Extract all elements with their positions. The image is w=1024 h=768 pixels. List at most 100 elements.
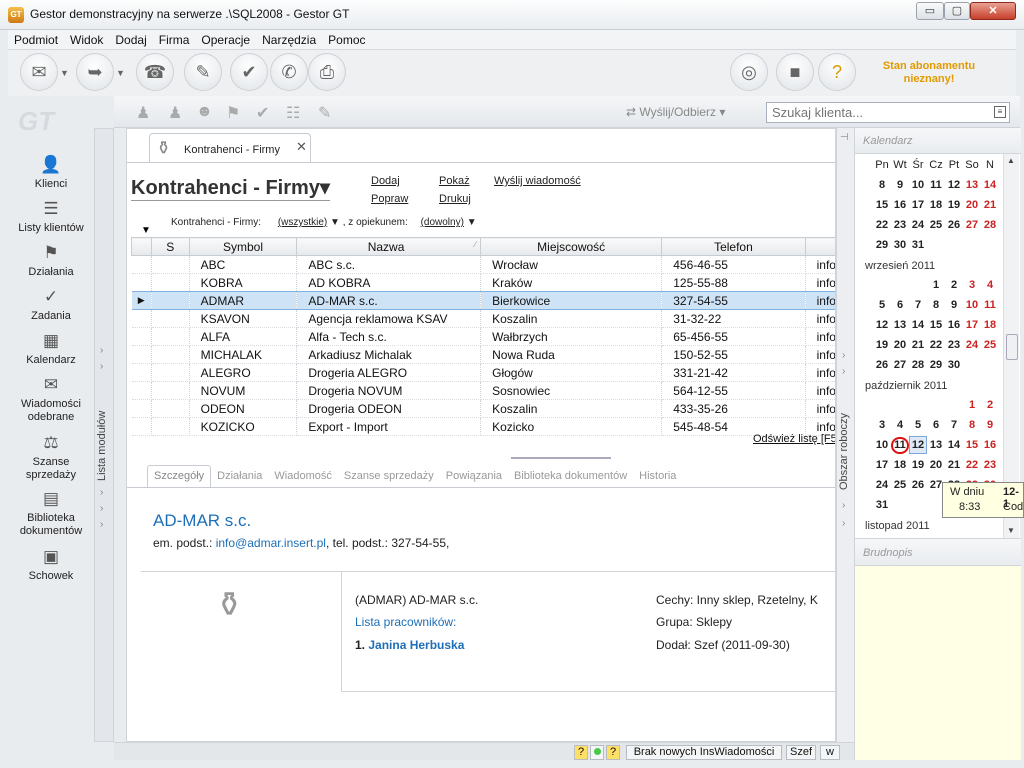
calendar-day[interactable]: 21 <box>909 339 927 351</box>
search-options-icon[interactable]: ≡ <box>994 106 1006 118</box>
calendar-day[interactable]: 15 <box>963 439 981 451</box>
calendar-day[interactable]: 14 <box>981 179 999 191</box>
tab-szanse[interactable]: Szanse sprzedaży <box>338 466 440 488</box>
table-row[interactable]: ALFA Alfa - Tech s.c. Wałbrzych 65-456-55 in… <box>131 327 835 346</box>
calendar-day[interactable]: 7 <box>909 299 927 311</box>
subscription-status[interactable]: Stan abonamentu nieznany! <box>870 60 988 86</box>
calendar-day[interactable]: 11 <box>927 179 945 191</box>
calendar-day[interactable]: 9 <box>891 179 909 191</box>
calendar-day[interactable]: 29 <box>873 239 891 251</box>
calendar-day[interactable]: 15 <box>927 319 945 331</box>
mail-icon[interactable]: ✉ <box>20 53 58 91</box>
calendar-day[interactable]: 16 <box>981 439 999 451</box>
menu-operacje[interactable]: Operacje <box>195 30 256 47</box>
col-indicator[interactable] <box>131 237 152 256</box>
calendar-day[interactable]: 20 <box>963 199 981 211</box>
calendar-day[interactable]: 15 <box>873 199 891 211</box>
module-biblioteka[interactable]: ▤ Biblioteka dokumentów <box>8 488 94 538</box>
calendar-day[interactable]: 31 <box>909 239 927 251</box>
calendar-day[interactable]: 13 <box>891 319 909 331</box>
scratchpad-area[interactable] <box>855 566 1021 760</box>
calendar-day[interactable]: 29 <box>927 359 945 371</box>
calendar-day[interactable]: 3 <box>873 419 891 431</box>
menu-dodaj[interactable]: Dodaj <box>109 30 152 47</box>
table-row[interactable]: ▶ ADMAR AD-MAR s.c. Bierkowice 327-54-55 info <box>131 291 835 310</box>
table-row[interactable]: NOVUM Drogeria NOVUM Sosnowiec 564-12-55 inf… <box>131 381 835 400</box>
warning-status-icon[interactable]: ? <box>606 745 620 760</box>
calendar-day[interactable]: 11 <box>981 299 999 311</box>
calendar-day[interactable]: 8 <box>873 179 891 191</box>
col-more[interactable] <box>804 237 835 256</box>
calendar-day[interactable]: 12 <box>873 319 891 331</box>
menu-firma[interactable]: Firma <box>153 30 196 47</box>
calendar-day[interactable]: 27 <box>963 219 981 231</box>
fax-icon[interactable]: ⎙ <box>308 53 346 91</box>
calendar-day[interactable]: 6 <box>891 299 909 311</box>
menu-narzedzia[interactable]: Narzędzia <box>256 30 322 47</box>
forward-mail-icon[interactable]: ➥ <box>76 53 114 91</box>
table-row[interactable]: KOZICKO Export - Import Kozicko 545-48-54 in… <box>131 417 835 436</box>
tab-biblioteka[interactable]: Biblioteka dokumentów <box>508 466 633 488</box>
note-icon[interactable]: ✎ <box>184 53 222 91</box>
calendar-day[interactable]: 3 <box>963 279 981 291</box>
tab-kontrahenci-firmy[interactable]: ⚱ Kontrahenci - Firmy ✕ <box>149 133 311 163</box>
add-task-icon[interactable]: ✔ <box>256 103 269 123</box>
calendar-day[interactable]: 1 <box>927 279 945 291</box>
module-kalendarz[interactable]: ▦ Kalendarz <box>8 330 94 367</box>
add-person-icon[interactable]: ♟ <box>168 103 182 123</box>
calendar-day[interactable]: 25 <box>927 219 945 231</box>
module-dzialania[interactable]: ⚑ Działania <box>8 242 94 279</box>
add-group-icon[interactable]: ☷ <box>286 103 300 123</box>
scroll-up-icon[interactable]: ▲ <box>1007 156 1015 165</box>
calendar-day[interactable]: 7 <box>945 419 963 431</box>
module-zadania[interactable]: ✓ Zadania <box>8 286 94 323</box>
client-search-input[interactable] <box>766 102 1010 123</box>
calendar-day[interactable]: 2 <box>981 399 999 411</box>
module-szanse[interactable]: ⚖ Szanse sprzedaży <box>8 432 94 482</box>
calendar-day[interactable]: 10 <box>963 299 981 311</box>
email-link[interactable]: info@admar.insert.pl <box>216 536 326 550</box>
col-s[interactable]: S <box>150 237 190 256</box>
month-title[interactable]: wrzesień 2011 <box>865 260 935 272</box>
table-row[interactable]: KSAVON Agencja reklamowa KSAV Koszalin 31-3… <box>131 309 835 328</box>
work-area-strip[interactable]: ⊣ › › Obszar roboczy › › <box>836 128 854 742</box>
add-note-icon[interactable]: ✎ <box>318 103 331 123</box>
add-action-icon[interactable]: ⚑ <box>226 103 240 123</box>
maximize-button[interactable]: ▢ <box>944 2 970 20</box>
calendar-day[interactable]: 13 <box>963 179 981 191</box>
calendar-day[interactable]: 12 <box>909 436 927 454</box>
calendar-day[interactable]: 24 <box>963 339 981 351</box>
calendar-day[interactable]: 23 <box>981 459 999 471</box>
calendar-day[interactable]: 25 <box>981 339 999 351</box>
calendar-day[interactable]: 30 <box>891 239 909 251</box>
calendar-day[interactable]: 14 <box>945 439 963 451</box>
minimize-button[interactable]: ▭ <box>916 2 944 20</box>
module-klienci[interactable]: 👤 Klienci <box>8 154 94 191</box>
calendar-day[interactable]: 28 <box>909 359 927 371</box>
show-link[interactable]: Pokaż <box>439 175 470 187</box>
calendar-day[interactable]: 21 <box>981 199 999 211</box>
task-icon[interactable]: ✔ <box>230 53 268 91</box>
calendar-day[interactable]: 5 <box>873 299 891 311</box>
calendar-day[interactable]: 20 <box>927 459 945 471</box>
calendar-day[interactable]: 1 <box>963 399 981 411</box>
calendar-day[interactable]: 11 <box>891 437 909 454</box>
calendar-day[interactable]: 25 <box>891 479 909 491</box>
calendar-day[interactable]: 13 <box>927 439 945 451</box>
calendar-day[interactable]: 30 <box>945 359 963 371</box>
tab-wiadomosc[interactable]: Wiadomość <box>268 466 337 488</box>
calendar-day[interactable]: 23 <box>945 339 963 351</box>
col-nazwa[interactable]: Nazwa ⁄ <box>296 237 482 256</box>
module-list-strip[interactable]: › › Lista modułów › › › <box>94 128 114 742</box>
calendar-day[interactable]: 31 <box>873 499 891 511</box>
calendar-day[interactable]: 23 <box>891 219 909 231</box>
col-telefon[interactable]: Telefon <box>661 237 806 256</box>
user-status[interactable]: Szef <box>786 745 816 760</box>
calendar-day[interactable]: 22 <box>927 339 945 351</box>
globe-icon[interactable]: ◎ <box>730 53 768 91</box>
calendar-day[interactable]: 18 <box>891 459 909 471</box>
add-client-icon[interactable]: ♟ <box>136 103 150 123</box>
menu-widok[interactable]: Widok <box>64 30 109 47</box>
help-status-icon[interactable]: ? <box>574 745 588 760</box>
calendar-day[interactable]: 6 <box>927 419 945 431</box>
